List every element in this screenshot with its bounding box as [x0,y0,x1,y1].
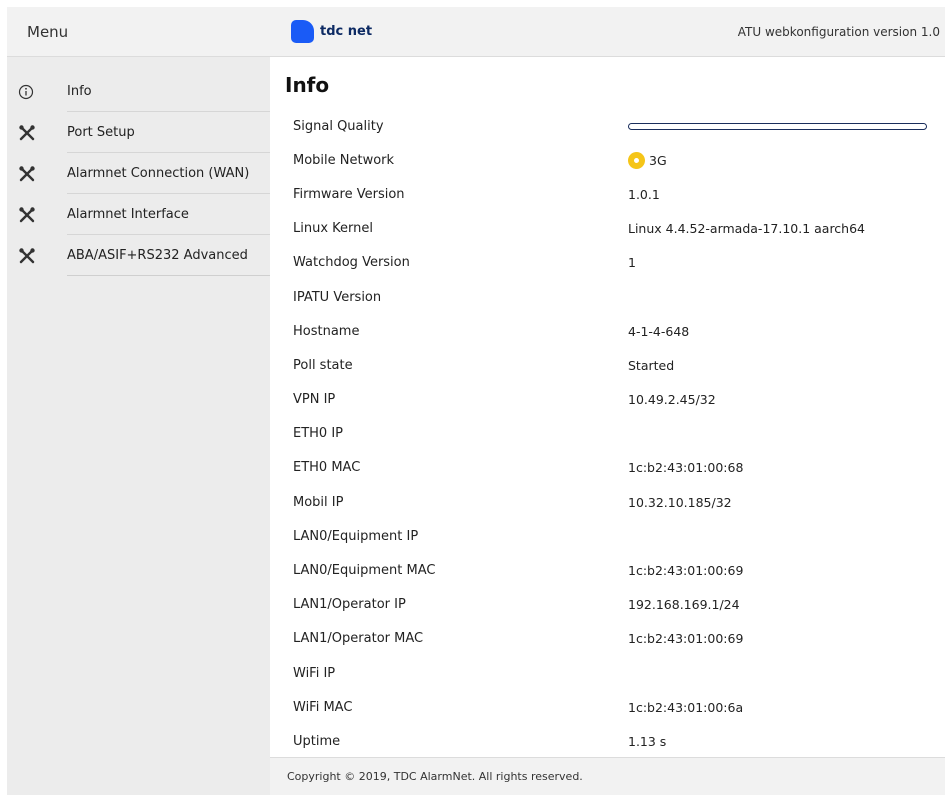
info-label: Watchdog Version [293,255,410,271]
info-value: 1c:b2:43:01:00:69 [628,563,744,579]
info-value [628,122,927,130]
info-row: LAN0/Equipment IP [293,519,933,553]
logo-text: tdc net [320,24,373,39]
info-row: WiFi IP [293,656,933,690]
info-row-signal-quality: Signal Quality [293,109,933,143]
info-row: IPATU Version [293,280,933,314]
info-row: Mobil IP 10.32.10.185/32 [293,485,933,519]
sidebar-item-alarmnet-interface[interactable]: Alarmnet Interface [7,194,270,235]
info-label: WiFi MAC [293,699,353,715]
sidebar-item-label: Info [67,71,270,112]
info-value: 1c:b2:43:01:00:69 [628,631,744,647]
footer: Copyright © 2019, TDC AlarmNet. All righ… [270,757,945,795]
sidebar-item-port-setup[interactable]: Port Setup [7,112,270,153]
main-content: Info Signal Quality Mobile Network 3G Fi… [270,57,945,757]
info-value: 10.32.10.185/32 [628,494,732,510]
info-value: 1c:b2:43:01:00:6a [628,699,744,715]
info-value: 1c:b2:43:01:00:68 [628,460,744,476]
sidebar-item-info[interactable]: Info [7,71,270,112]
info-label: IPATU Version [293,289,382,305]
brand-logo[interactable]: tdc net [291,20,372,43]
sidebar-item-label: Alarmnet Connection (WAN) [67,153,270,194]
info-label: LAN0/Equipment MAC [293,563,436,579]
network-type: 3G [649,152,667,168]
menu-title: Menu [7,7,270,57]
signal-quality-bar [628,122,927,130]
info-row: Hostname 4-1-4-648 [293,314,933,348]
info-row-mobile-network: Mobile Network 3G [293,143,933,177]
info-label: ETH0 IP [293,426,344,442]
tools-icon [7,206,67,224]
info-row: LAN1/Operator IP 192.168.169.1/24 [293,588,933,622]
info-row: ETH0 MAC 1c:b2:43:01:00:68 [293,451,933,485]
info-row: Uptime 1.13 s [293,724,933,758]
sidebar-item-label: Alarmnet Interface [67,194,270,235]
sidebar-menu: Info Port Setup Alarmnet Connection (WAN… [7,71,270,276]
tools-icon [7,165,67,183]
info-value: Linux 4.4.52-armada-17.10.1 aarch64 [628,221,866,237]
info-row: Watchdog Version 1 [293,246,933,280]
info-value: 4-1-4-648 [628,323,690,339]
info-label: Poll state [293,357,353,373]
info-row: Poll state Started [293,348,933,382]
info-value: 3G [628,151,667,169]
info-rows: Firmware Version 1.0.1 Linux Kernel Linux 4… [293,177,933,758]
info-row: VPN IP 10.49.2.45/32 [293,383,933,417]
info-label: Signal Quality [293,118,384,134]
info-value: 1.0.1 [628,186,660,202]
info-row: ETH0 IP [293,417,933,451]
info-row: WiFi MAC 1c:b2:43:01:00:6a [293,690,933,724]
info-value: Started [628,357,675,373]
sidebar: Menu Info Port Setup Alarmnet Connection… [7,7,270,795]
info-label: LAN0/Equipment IP [293,528,419,544]
page-title: Info [285,73,330,97]
info-value: 10.49.2.45/32 [628,392,716,408]
header: tdc net ATU webkonfiguration version 1.0 [270,7,945,57]
sidebar-item-alarmnet-connection[interactable]: Alarmnet Connection (WAN) [7,153,270,194]
sidebar-item-label: ABA/ASIF+RS232 Advanced [67,235,270,276]
info-label: Mobil IP [293,494,344,510]
tools-icon [7,124,67,142]
sidebar-item-label: Port Setup [67,112,270,153]
copyright-text: Copyright © 2019, TDC AlarmNet. All righ… [287,770,583,783]
info-circle-icon [7,84,67,100]
info-label: WiFi IP [293,665,336,681]
tools-icon [7,247,67,265]
info-label: Hostname [293,323,360,339]
info-value: 1.13 s [628,733,667,749]
info-label: Linux Kernel [293,221,373,237]
info-label: Firmware Version [293,186,405,202]
info-row: LAN0/Equipment MAC 1c:b2:43:01:00:69 [293,553,933,587]
info-label: Mobile Network [293,152,395,168]
sidebar-item-aba-asif-advanced[interactable]: ABA/ASIF+RS232 Advanced [7,235,270,276]
info-label: LAN1/Operator IP [293,597,406,613]
info-label: ETH0 MAC [293,460,361,476]
version-label: ATU webkonfiguration version 1.0 [737,24,940,39]
info-label: LAN1/Operator MAC [293,631,424,647]
info-label: Uptime [293,733,341,749]
info-label: VPN IP [293,392,336,408]
info-table: Signal Quality Mobile Network 3G Firmwar… [293,109,933,759]
info-value: 192.168.169.1/24 [628,597,740,613]
info-row: Firmware Version 1.0.1 [293,177,933,211]
info-value: 1 [628,255,636,271]
info-row: LAN1/Operator MAC 1c:b2:43:01:00:69 [293,622,933,656]
logo-mark-icon [291,20,314,43]
info-row: Linux Kernel Linux 4.4.52-armada-17.10.1 … [293,212,933,246]
network-status-icon [628,151,645,169]
